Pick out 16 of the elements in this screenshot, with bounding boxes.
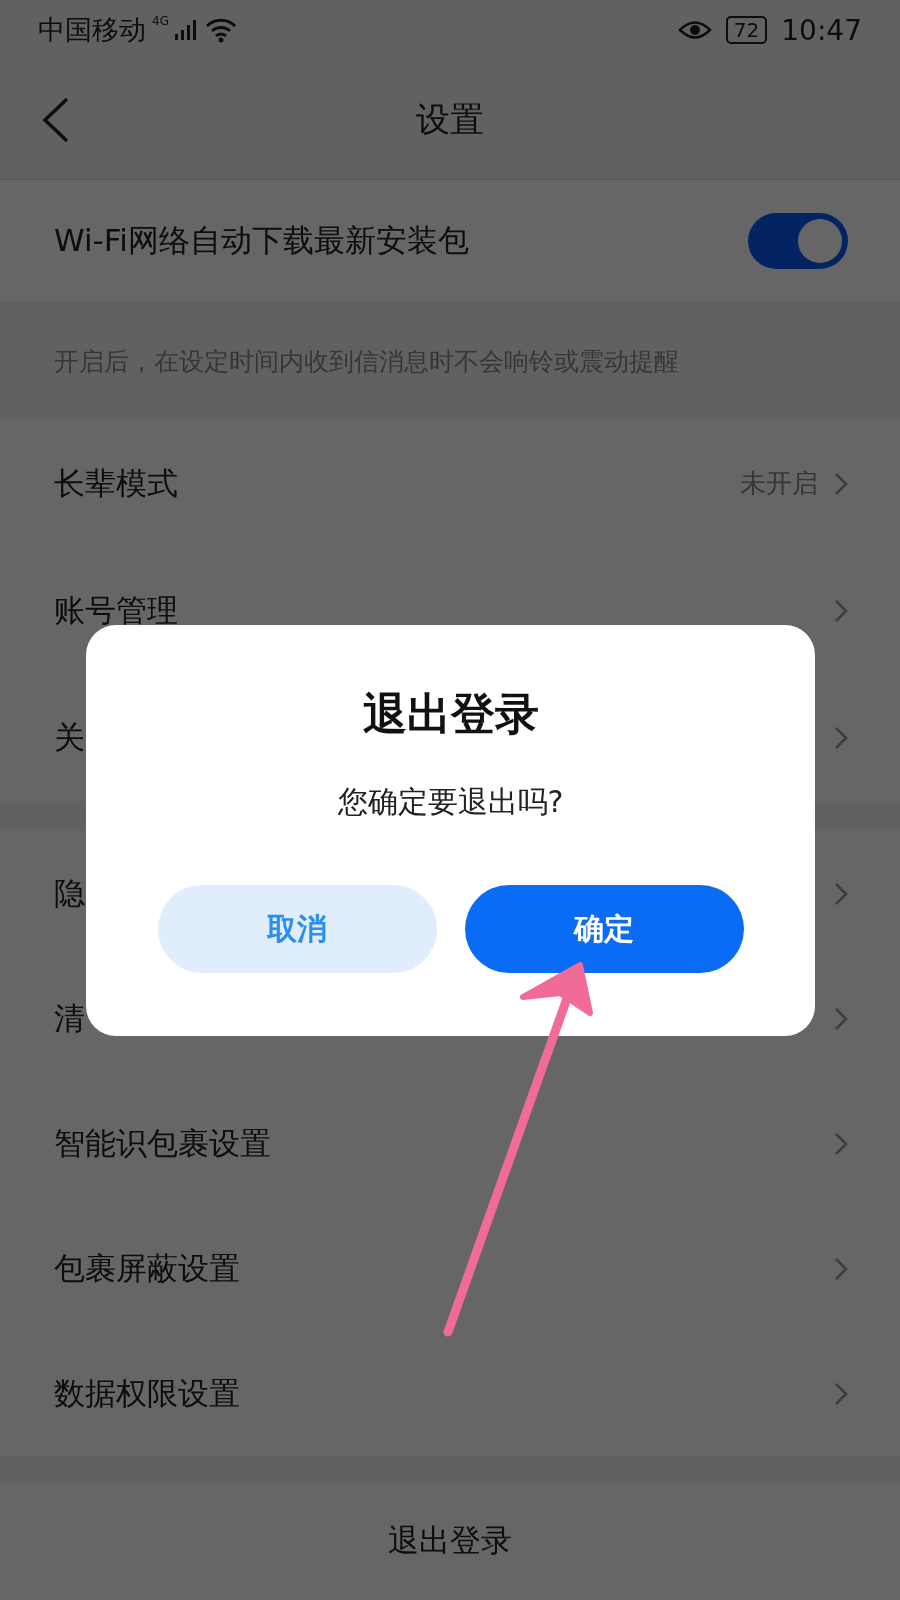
row-label: 智能识包裹设置 bbox=[54, 1123, 271, 1163]
row-label: 清 bbox=[54, 998, 85, 1038]
clock: 10:47 bbox=[781, 13, 862, 47]
row-label: 长辈模式 bbox=[54, 463, 178, 503]
dialog-title: 退出登录 bbox=[362, 687, 539, 741]
row-label: Wi-Fi网络自动下载最新安装包 bbox=[54, 221, 469, 260]
row-label: 包裹屏蔽设置 bbox=[54, 1248, 240, 1288]
row-label: 隐 bbox=[54, 873, 85, 913]
page-title: 设置 bbox=[416, 97, 484, 141]
row-label: 关 bbox=[54, 717, 85, 757]
dialog-message: 您确定要退出吗? bbox=[337, 783, 564, 821]
carrier-name: 中国移动 bbox=[38, 13, 146, 47]
row-label: 数据权限设置 bbox=[54, 1373, 240, 1413]
network-type: 4G bbox=[152, 14, 169, 28]
row-label: 账号管理 bbox=[54, 590, 178, 630]
battery-level: 72 bbox=[725, 16, 768, 44]
